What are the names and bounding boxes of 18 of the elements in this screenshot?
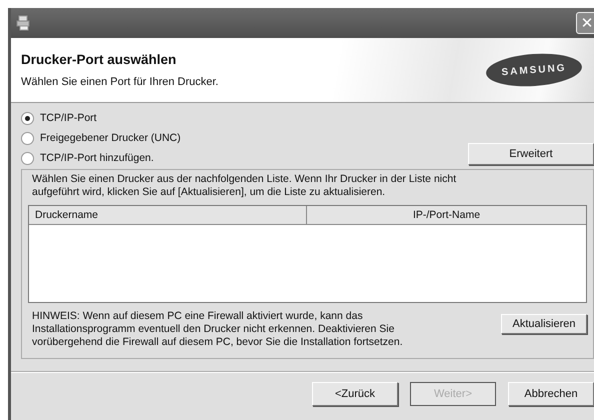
option-label[interactable]: TCP/IP-Port [40,112,97,124]
nav-button[interactable]: <Zurück [312,382,398,406]
page-title: Drucker-Port auswählen [21,52,178,67]
refresh-button[interactable]: Aktualisieren [501,314,587,334]
column-header[interactable]: Druckername [29,206,307,224]
radio-button[interactable] [21,152,34,164]
note-text: HINWEIS: Wenn auf diesem PC eine Firewall aktiviert wurde, kann das Installationsprogramm eventuell den Drucker nicht erkennen. Deaktivieren Sie vorübergehend die Firewall auf diesem PC, bevor Sie die Installation fortsetzen. [32,310,404,349]
instruction-text: Wählen Sie einen Drucker aus der nachfolgenden Liste. Wenn Ihr Drucker in der Liste nicht aufgeführt wird, klicken Sie auf [Aktualisieren], um die Liste zu aktualisieren. [32,173,458,199]
option-label[interactable]: TCP/IP-Port hinzufügen. [40,152,154,164]
radio-button[interactable] [21,132,34,144]
radio-button[interactable] [21,112,34,124]
option-label[interactable]: Freigegebener Drucker (UNC) [40,132,181,144]
page-subtitle: Wählen Sie einen Port für Ihren Drucker. [21,76,218,88]
advanced-button[interactable]: Erweitert [468,143,594,165]
column-header[interactable]: IP-/Port-Name [307,206,586,224]
printer-list[interactable]: Druckername IP-/Port-Name [28,205,587,303]
printer-icon [16,15,32,31]
nav-button[interactable]: Abbrechen [508,382,594,406]
